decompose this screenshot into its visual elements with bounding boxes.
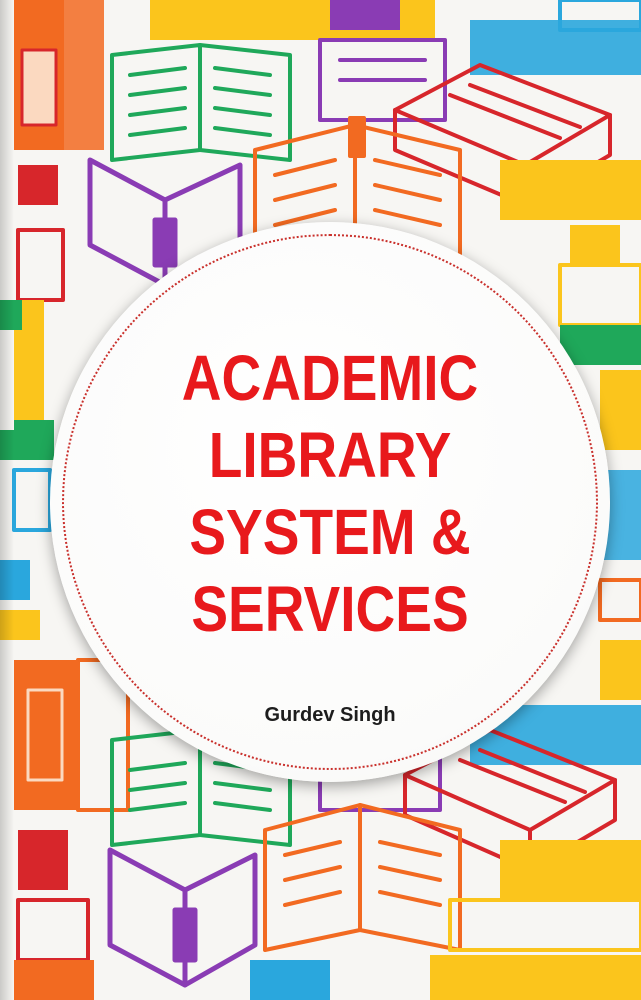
title-line: SYSTEM & [189,496,471,568]
spine-shadow [0,0,14,1000]
book-title: ACADEMIC LIBRARY SYSTEM & SERVICES [50,340,610,648]
book-cover: ACADEMIC LIBRARY SYSTEM & SERVICES Gurde… [0,0,641,1000]
title-medallion: ACADEMIC LIBRARY SYSTEM & SERVICES Gurde… [50,222,610,782]
book-stack-icon [500,840,641,900]
closed-book-icon [318,38,447,122]
title-line: SERVICES [191,573,469,645]
title-line: ACADEMIC [181,342,479,414]
closed-book-icon [107,847,258,988]
author-name: Gurdev Singh [264,704,396,726]
title-line: LIBRARY [208,419,452,491]
open-book-icon [110,43,292,162]
book-stack-icon [500,160,641,220]
